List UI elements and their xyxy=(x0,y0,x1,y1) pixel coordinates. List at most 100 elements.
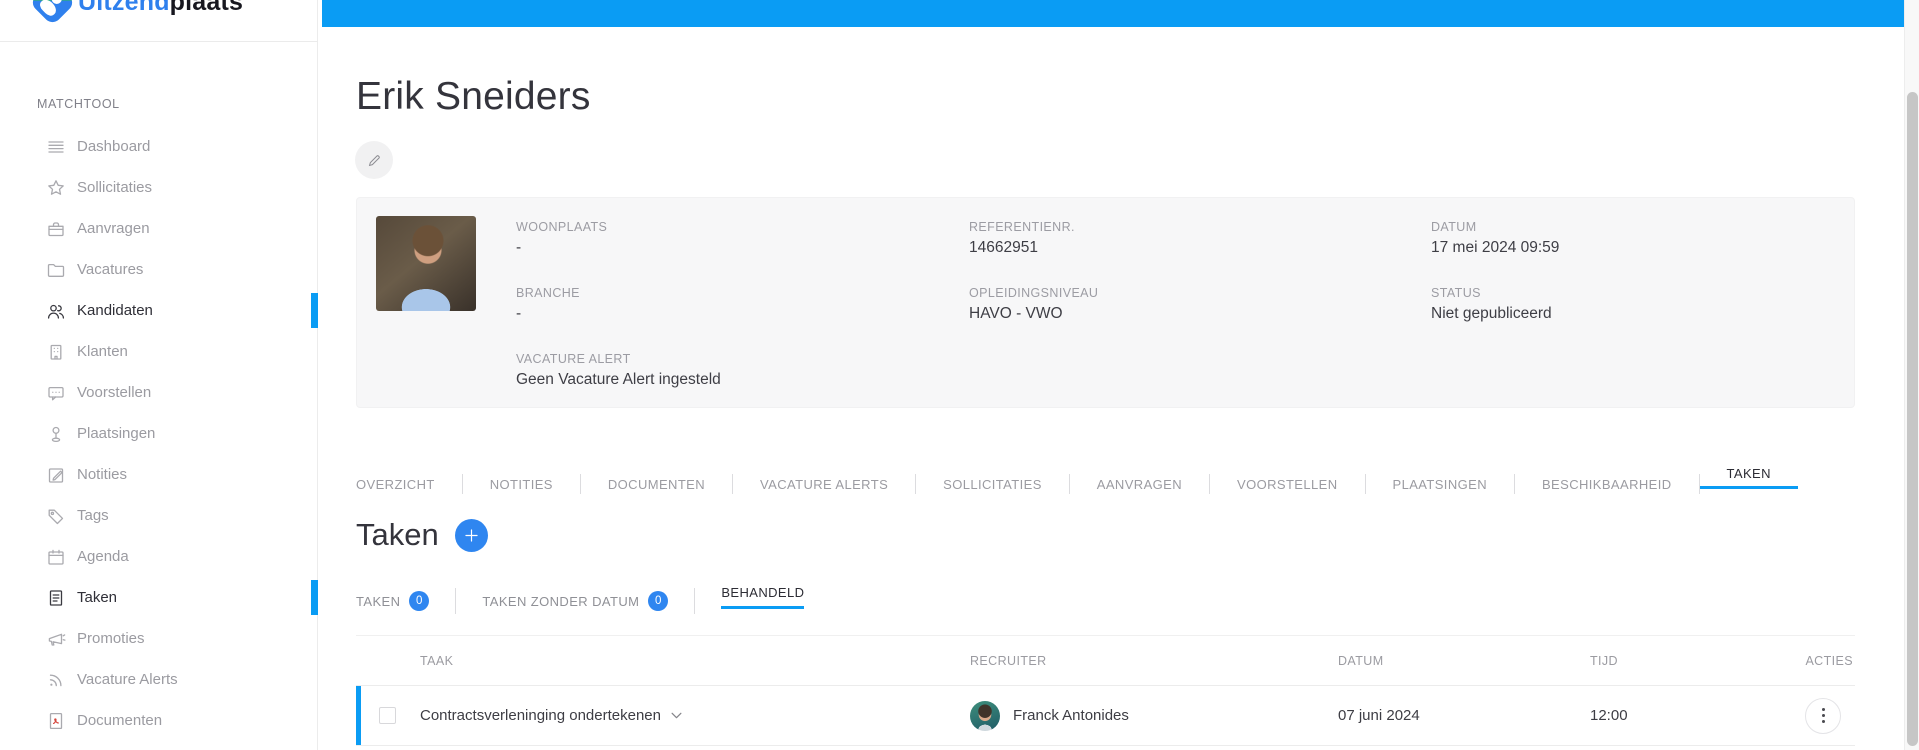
task-cell: Contractsverleninging ondertekenen xyxy=(420,707,970,724)
top-accent-bar xyxy=(322,0,1904,27)
sidebar-item-plaatsingen[interactable]: Plaatsingen xyxy=(0,413,318,454)
tab-sollicitaties[interactable]: SOLLICITATIES xyxy=(916,477,1069,492)
folder-icon xyxy=(46,260,66,280)
tijd-cell: 12:00 xyxy=(1590,707,1785,724)
add-task-button[interactable] xyxy=(455,519,488,552)
sidebar-item-notities[interactable]: Notities xyxy=(0,454,318,495)
profile-summary-card: WOONPLAATS - BRANCHE - VACATURE ALERT Ge… xyxy=(356,197,1855,408)
recruiter-cell: Franck Antonides xyxy=(970,701,1338,731)
sidebar-item-kandidaten[interactable]: Kandidaten xyxy=(0,290,318,331)
main-content: Erik Sneiders WOONPLAATS - BRANCHE - VAC… xyxy=(322,27,1904,750)
kebab-dot xyxy=(1822,708,1825,711)
taken-count-badge: 0 xyxy=(409,591,429,611)
calendar-icon xyxy=(46,547,66,567)
recruiter-name: Franck Antonides xyxy=(1013,707,1129,724)
recruiter-avatar xyxy=(970,701,1000,731)
datum-cell: 07 juni 2024 xyxy=(1338,707,1590,724)
acties-cell xyxy=(1785,698,1855,734)
page-title: Erik Sneiders xyxy=(356,75,591,119)
sidebar-item-klanten[interactable]: Klanten xyxy=(0,331,318,372)
subtab-divider xyxy=(455,588,456,614)
sidebar-item-sollicitaties[interactable]: Sollicitaties xyxy=(0,167,318,208)
brand-logo[interactable]: Uitzendplaats xyxy=(36,0,243,20)
taken-subtabs: TAKEN 0 TAKEN ZONDER DATUM 0 BEHANDELD xyxy=(356,585,804,617)
speech-bubble-icon xyxy=(46,383,66,403)
dashboard-lines-icon xyxy=(46,137,66,157)
subtab-taken-zonder-datum[interactable]: TAKEN ZONDER DATUM 0 xyxy=(482,591,668,611)
rss-icon xyxy=(46,670,66,690)
tab-voorstellen[interactable]: VOORSTELLEN xyxy=(1210,477,1365,492)
row-accent-bar xyxy=(356,686,361,745)
note-pencil-icon xyxy=(46,465,66,485)
briefcase-icon xyxy=(46,219,66,239)
scrollbar[interactable] xyxy=(1904,0,1919,750)
column-header-datum: DATUM xyxy=(1338,654,1590,668)
sidebar-item-vacature-alerts[interactable]: Vacature Alerts xyxy=(0,659,318,700)
kebab-dot xyxy=(1822,714,1825,717)
brand-logo-text: Uitzendplaats xyxy=(78,0,243,17)
tag-icon xyxy=(46,506,66,526)
sidebar-item-voorstellen[interactable]: Voorstellen xyxy=(0,372,318,413)
app-root: Uitzendplaats MATCHTOOL Dashboard Sollic… xyxy=(0,0,1919,750)
field-status: STATUS Niet gepubliceerd xyxy=(1431,286,1851,323)
field-branche: BRANCHE - xyxy=(516,286,936,323)
tab-notities[interactable]: NOTITIES xyxy=(463,477,580,492)
sidebar-item-promoties[interactable]: Promoties xyxy=(0,618,318,659)
tab-taken[interactable]: TAKEN xyxy=(1700,466,1798,489)
sidebar: Uitzendplaats MATCHTOOL Dashboard Sollic… xyxy=(0,0,318,750)
megaphone-icon xyxy=(46,629,66,649)
chevron-down-icon[interactable] xyxy=(671,712,682,719)
plus-icon xyxy=(463,527,480,544)
field-datum: DATUM 17 mei 2024 09:59 xyxy=(1431,220,1851,257)
task-title: Contractsverleninging ondertekenen xyxy=(420,707,661,724)
sidebar-section-label: MATCHTOOL xyxy=(37,97,120,111)
column-header-tijd: TIJD xyxy=(1590,654,1785,668)
field-vacature-alert: VACATURE ALERT Geen Vacature Alert inges… xyxy=(516,352,936,389)
column-header-recruiter: RECRUITER xyxy=(970,654,1338,668)
scrollbar-thumb[interactable] xyxy=(1907,92,1918,746)
taken-section-title: Taken xyxy=(356,517,439,553)
tasks-table-header: TAAK RECRUITER DATUM TIJD ACTIES xyxy=(356,636,1855,686)
sidebar-item-dashboard[interactable]: Dashboard xyxy=(0,126,318,167)
sidebar-item-agenda[interactable]: Agenda xyxy=(0,536,318,577)
diamond-person-icon xyxy=(29,0,76,25)
tab-aanvragen[interactable]: AANVRAGEN xyxy=(1070,477,1209,492)
tab-beschikbaarheid[interactable]: BESCHIKBAARHEID xyxy=(1515,477,1699,492)
tab-documenten[interactable]: DOCUMENTEN xyxy=(581,477,732,492)
sidebar-nav: Dashboard Sollicitaties Aanvragen Vacatu… xyxy=(0,126,318,741)
candidate-photo xyxy=(376,216,476,311)
sidebar-item-tags[interactable]: Tags xyxy=(0,495,318,536)
row-checkbox-cell xyxy=(356,707,420,724)
pencil-icon xyxy=(366,152,383,169)
pdf-document-icon xyxy=(46,711,66,731)
tab-overzicht[interactable]: OVERZICHT xyxy=(356,477,462,492)
row-actions-button[interactable] xyxy=(1805,698,1841,734)
task-list-icon xyxy=(46,588,66,608)
sidebar-item-taken[interactable]: Taken xyxy=(0,577,318,618)
tab-plaatsingen[interactable]: PLAATSINGEN xyxy=(1366,477,1514,492)
field-referentienr: REFERENTIENR. 14662951 xyxy=(969,220,1389,257)
column-header-acties: ACTIES xyxy=(1785,654,1855,668)
sidebar-item-documenten[interactable]: Documenten xyxy=(0,700,318,741)
subtab-behandeld[interactable]: BEHANDELD xyxy=(721,585,804,609)
sidebar-divider xyxy=(0,41,318,42)
building-icon xyxy=(46,342,66,362)
field-opleidingsniveau: OPLEIDINGSNIVEAU HAVO - VWO xyxy=(969,286,1389,323)
tasks-table: TAAK RECRUITER DATUM TIJD ACTIES Contrac… xyxy=(356,635,1855,746)
star-icon xyxy=(46,178,66,198)
pin-icon xyxy=(46,424,66,444)
sidebar-item-aanvragen[interactable]: Aanvragen xyxy=(0,208,318,249)
tab-vacature-alerts[interactable]: VACATURE ALERTS xyxy=(733,477,915,492)
taken-section-header: Taken xyxy=(356,517,488,553)
table-row: Contractsverleninging ondertekenen Franc… xyxy=(356,686,1855,746)
column-header-taak: TAAK xyxy=(420,654,970,668)
subtab-taken[interactable]: TAKEN 0 xyxy=(356,591,429,611)
sidebar-item-vacatures[interactable]: Vacatures xyxy=(0,249,318,290)
edit-candidate-button[interactable] xyxy=(355,141,393,179)
subtab-divider xyxy=(694,588,695,614)
kebab-dot xyxy=(1822,720,1825,723)
people-icon xyxy=(46,301,66,321)
profile-tabs: OVERZICHT NOTITIES DOCUMENTEN VACATURE A… xyxy=(356,467,1798,501)
task-checkbox[interactable] xyxy=(379,707,396,724)
field-woonplaats: WOONPLAATS - xyxy=(516,220,936,257)
